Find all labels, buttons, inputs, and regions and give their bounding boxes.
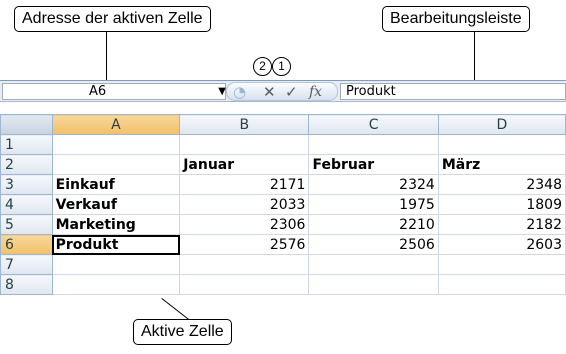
spreadsheet-grid: A B C D 1 2 Januar Februar März 3 Einkauf 2171 2… xyxy=(0,114,566,295)
column-header-c[interactable]: C xyxy=(308,114,439,135)
cell-c4[interactable]: 1975 xyxy=(308,194,439,215)
select-all-corner[interactable] xyxy=(0,114,53,135)
marker-1: 1 xyxy=(272,57,291,76)
cell-b6[interactable]: 2576 xyxy=(179,234,310,255)
cell-b3[interactable]: 2171 xyxy=(179,174,310,195)
cell-c6[interactable]: 2506 xyxy=(308,234,439,255)
cell-a7[interactable] xyxy=(51,254,181,275)
cell-c5[interactable]: 2210 xyxy=(308,214,439,235)
cell-b2[interactable]: Januar xyxy=(179,154,310,175)
row-header-8[interactable]: 8 xyxy=(0,274,53,295)
cell-d5[interactable]: 2182 xyxy=(437,214,566,235)
row-header-6[interactable]: 6 xyxy=(0,234,53,255)
leader-line-formulabar xyxy=(474,32,475,80)
formula-bar: A6 ▼ ◔ ✕ ✓ fx Produkt xyxy=(0,80,566,102)
row-header-3[interactable]: 3 xyxy=(0,174,53,195)
cell-c1[interactable] xyxy=(308,134,439,155)
cell-d6[interactable]: 2603 xyxy=(437,234,566,255)
callout-active-cell-address: Adresse der aktiven Zelle xyxy=(14,6,211,32)
callout-formula-bar: Bearbeitungsleiste xyxy=(382,6,530,32)
row-header-4[interactable]: 4 xyxy=(0,194,53,215)
cell-c3[interactable]: 2324 xyxy=(308,174,439,195)
insert-function-icon[interactable]: fx xyxy=(309,83,322,101)
cell-d3[interactable]: 2348 xyxy=(437,174,566,195)
cell-c2[interactable]: Februar xyxy=(308,154,439,175)
name-box[interactable]: A6 ▼ xyxy=(2,83,226,100)
table-row: 6 Produkt 2576 2506 2603 xyxy=(0,234,566,255)
cell-d4[interactable]: 1809 xyxy=(437,194,566,215)
row-header-2[interactable]: 2 xyxy=(0,154,53,175)
cell-b1[interactable] xyxy=(179,134,310,155)
cell-d1[interactable] xyxy=(437,134,566,155)
name-box-dropdown-icon[interactable]: ▼ xyxy=(218,84,226,99)
cell-a3[interactable]: Einkauf xyxy=(51,174,181,195)
cell-a4[interactable]: Verkauf xyxy=(51,194,181,215)
cell-d7[interactable] xyxy=(437,254,566,275)
cell-a5[interactable]: Marketing xyxy=(51,214,181,235)
row-header-1[interactable]: 1 xyxy=(0,134,53,155)
name-box-value: A6 xyxy=(89,84,107,99)
cell-c7[interactable] xyxy=(308,254,439,275)
column-header-a[interactable]: A xyxy=(51,114,181,135)
row-header-7[interactable]: 7 xyxy=(0,254,53,275)
cell-a2[interactable] xyxy=(51,154,181,175)
table-row: 8 xyxy=(0,274,566,295)
column-header-b[interactable]: B xyxy=(179,114,310,135)
marker-2: 2 xyxy=(253,57,272,76)
cell-a1[interactable] xyxy=(51,134,181,155)
formula-input[interactable]: Produkt xyxy=(340,83,566,100)
table-row: 5 Marketing 2306 2210 2182 xyxy=(0,214,566,235)
cell-b5[interactable]: 2306 xyxy=(179,214,310,235)
table-row: 2 Januar Februar März xyxy=(0,154,566,175)
table-row: 1 xyxy=(0,134,566,155)
cell-d2[interactable]: März xyxy=(437,154,566,175)
cell-c8[interactable] xyxy=(308,274,439,295)
grip-icon: ◔ xyxy=(233,83,247,101)
table-row: 3 Einkauf 2171 2324 2348 xyxy=(0,174,566,195)
cancel-icon[interactable]: ✕ xyxy=(263,83,276,101)
leader-line-namebox xyxy=(106,32,107,80)
cell-a8[interactable] xyxy=(51,274,181,295)
column-header-d[interactable]: D xyxy=(437,114,566,135)
table-row: 7 xyxy=(0,254,566,275)
cell-d8[interactable] xyxy=(437,274,566,295)
row-header-5[interactable]: 5 xyxy=(0,214,53,235)
formula-buttons: ◔ ✕ ✓ fx xyxy=(226,82,338,101)
table-row: 4 Verkauf 2033 1975 1809 xyxy=(0,194,566,215)
cell-b7[interactable] xyxy=(179,254,310,275)
enter-icon[interactable]: ✓ xyxy=(285,83,298,101)
cell-b8[interactable] xyxy=(179,274,310,295)
callout-active-cell: Aktive Zelle xyxy=(133,319,232,345)
cell-a6[interactable]: Produkt xyxy=(51,234,181,255)
cell-b4[interactable]: 2033 xyxy=(179,194,310,215)
